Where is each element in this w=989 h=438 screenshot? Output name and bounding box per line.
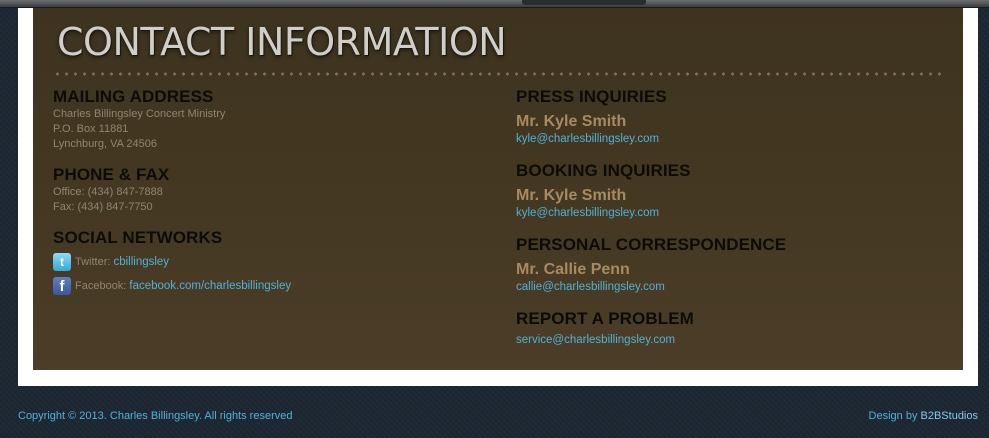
- report-heading: REPORT A PROBLEM: [516, 309, 694, 328]
- design-credit: Design by B2BStudios: [869, 410, 978, 422]
- phone-section: PHONE & FAX Office: (434) 847-7888 Fax: …: [53, 165, 493, 215]
- design-credit-prefix: Design by: [868, 410, 918, 422]
- design-credit-link[interactable]: B2BStudios: [921, 410, 978, 422]
- phone-heading: PHONE & FAX: [53, 165, 170, 184]
- booking-email-link[interactable]: kyle@charlesbillingsley.com: [516, 206, 956, 221]
- twitter-row: t Twitter: cbillingsley: [53, 250, 493, 274]
- copyright-text: Copyright © 2013. Charles Billingsley. A…: [18, 410, 293, 422]
- mailing-line: P.O. Box 11881: [53, 123, 129, 135]
- mailing-heading: MAILING ADDRESS: [53, 87, 214, 106]
- mailing-line: Charles Billingsley Concert Ministry: [53, 108, 226, 120]
- browser-top-bar: [0, 0, 989, 8]
- facebook-row: f Facebook: facebook.com/charlesbillings…: [53, 274, 493, 298]
- personal-heading: PERSONAL CORRESPONDENCE: [516, 235, 787, 254]
- mailing-section: MAILING ADDRESS Charles Billingsley Conc…: [53, 87, 493, 152]
- twitter-link[interactable]: cbillingsley: [113, 256, 169, 268]
- press-contact-name: Mr. Kyle Smith: [516, 113, 627, 130]
- mailing-line: Lynchburg, VA 24506: [53, 138, 157, 150]
- booking-contact-name: Mr. Kyle Smith: [516, 187, 627, 204]
- report-section: REPORT A PROBLEM service@charlesbillings…: [516, 309, 956, 348]
- press-section: PRESS INQUIRIES Mr. Kyle Smith kyle@char…: [516, 87, 956, 147]
- office-phone: Office: (434) 847-7888: [53, 186, 163, 198]
- facebook-icon[interactable]: f: [53, 277, 71, 295]
- booking-section: BOOKING INQUIRIES Mr. Kyle Smith kyle@ch…: [516, 161, 956, 221]
- right-column: PRESS INQUIRIES Mr. Kyle Smith kyle@char…: [516, 87, 956, 348]
- booking-heading: BOOKING INQUIRIES: [516, 161, 691, 180]
- top-bar-notch: [522, 0, 646, 5]
- twitter-label: Twitter:: [75, 255, 111, 268]
- contact-panel: CONTACT INFORMATION MAILING ADDRESS Char…: [33, 8, 963, 370]
- fax-number: Fax: (434) 847-7750: [53, 201, 153, 213]
- facebook-label: Facebook:: [75, 279, 127, 292]
- twitter-icon[interactable]: t: [53, 253, 71, 271]
- facebook-link[interactable]: facebook.com/charlesbillingsley: [129, 280, 291, 292]
- social-section: SOCIAL NETWORKS t Twitter: cbillingsley …: [53, 228, 493, 298]
- report-email-link[interactable]: service@charlesbillingsley.com: [516, 333, 956, 348]
- personal-contact-name: Mr. Callie Penn: [516, 261, 630, 278]
- press-email-link[interactable]: kyle@charlesbillingsley.com: [516, 132, 956, 147]
- press-heading: PRESS INQUIRIES: [516, 87, 667, 106]
- social-heading: SOCIAL NETWORKS: [53, 228, 223, 247]
- personal-section: PERSONAL CORRESPONDENCE Mr. Callie Penn …: [516, 235, 956, 295]
- dotted-divider: [53, 72, 943, 76]
- page-title: CONTACT INFORMATION: [57, 20, 507, 64]
- personal-email-link[interactable]: callie@charlesbillingsley.com: [516, 280, 956, 295]
- left-column: MAILING ADDRESS Charles Billingsley Conc…: [53, 87, 493, 298]
